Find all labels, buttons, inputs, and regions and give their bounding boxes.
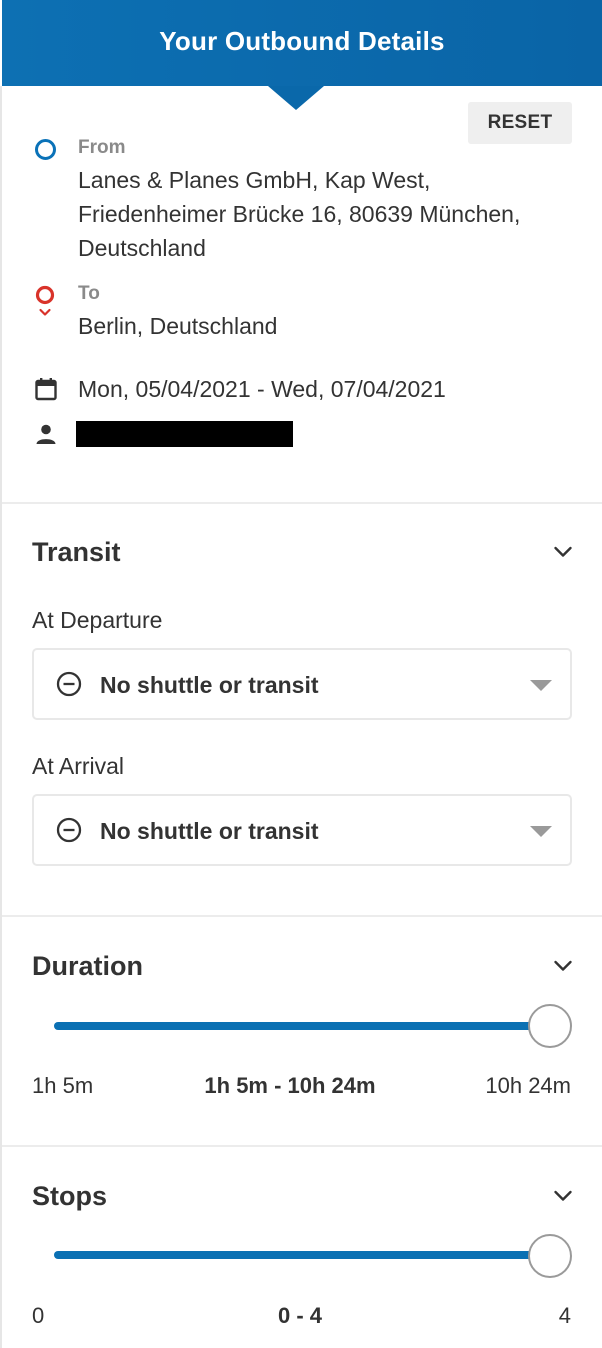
departure-transit-label: At Departure [32,607,163,633]
outbound-header: Your Outbound Details [2,0,602,86]
person-icon [36,424,56,444]
minus-circle-icon [56,671,82,697]
duration-section-title: Duration [32,951,143,981]
arrival-transit-value: No shuttle or transit [100,818,319,844]
caret-down-icon [530,826,552,837]
traveler-name-redacted [76,421,293,447]
minus-circle-icon [56,817,82,843]
arrival-transit-select[interactable]: No shuttle or transit [32,794,572,866]
departure-transit-value: No shuttle or transit [100,672,319,698]
reset-button[interactable]: RESET [468,102,572,144]
to-address: Berlin, Deutschland [78,313,278,339]
duration-slider-track[interactable] [54,1022,534,1030]
stops-slider-track[interactable] [54,1251,534,1259]
divider [2,915,602,917]
from-address-line-1: Lanes & Planes GmbH, Kap West, [78,167,431,193]
stops-min-label: 0 [32,1303,45,1328]
duration-max-label: 10h 24m [485,1073,571,1098]
stops-slider-handle[interactable] [528,1234,572,1278]
from-label: From [78,137,126,158]
location-pin-icon [35,285,55,316]
duration-min-label: 1h 5m [32,1073,94,1098]
stops-range-label: 0 - 4 [277,1303,323,1328]
panel-left-border [0,86,2,1348]
divider [2,502,602,504]
to-label: To [78,283,100,304]
stops-section-title: Stops [32,1181,108,1211]
divider [2,1145,602,1147]
duration-range-label: 1h 5m - 10h 24m [204,1073,376,1098]
transit-section-title: Transit [32,537,121,567]
duration-slider-handle[interactable] [528,1004,572,1048]
arrival-transit-label: At Arrival [32,753,125,779]
ring-icon [35,139,56,160]
stops-max-label: 4 [558,1303,571,1328]
from-address-line-3: Deutschland [78,235,206,261]
calendar-icon [35,378,57,401]
chevron-down-icon[interactable] [553,959,573,973]
chevron-down-icon[interactable] [553,545,573,559]
departure-transit-select[interactable]: No shuttle or transit [32,648,572,720]
chevron-down-icon[interactable] [553,1189,573,1203]
page-title: Your Outbound Details [159,25,445,56]
header-pointer [268,86,324,110]
caret-down-icon [530,680,552,691]
from-address-line-2: Friedenheimer Brücke 16, 80639 München, [78,201,521,227]
travel-dates: Mon, 05/04/2021 - Wed, 07/04/2021 [78,376,446,402]
